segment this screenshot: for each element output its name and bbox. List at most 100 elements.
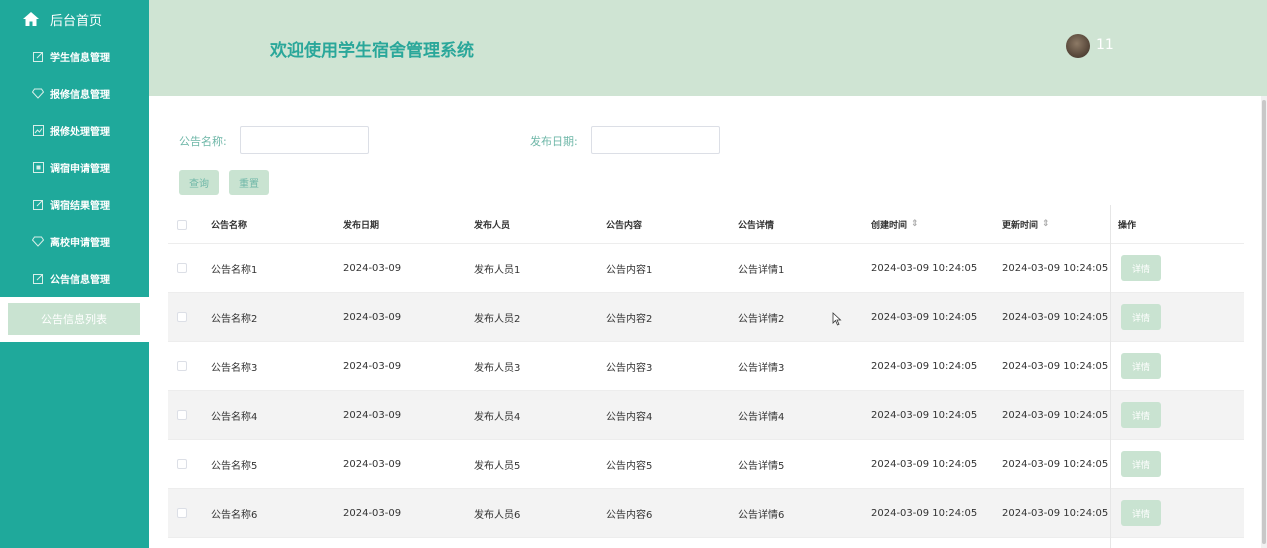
table-cell-detail: 公告详情2 (738, 313, 785, 325)
diamond-icon (32, 88, 44, 100)
row-checkbox[interactable] (177, 361, 187, 371)
table-cell-publisher: 发布人员1 (474, 264, 521, 276)
detail-button[interactable]: 详情 (1121, 304, 1161, 330)
detail-button[interactable]: 详情 (1121, 500, 1161, 526)
reset-button[interactable]: 重置 (229, 170, 269, 195)
table-cell-content: 公告内容4 (606, 411, 653, 423)
sidebar-item-label: 离校申请管理 (50, 238, 110, 249)
header: 欢迎使用学生宿舍管理系统 11 (149, 0, 1267, 96)
sidebar-item-repair-info[interactable]: 报修信息管理 (0, 75, 149, 112)
sidebar-item-transfer-apply[interactable]: 调宿申请管理 (0, 149, 149, 186)
publish-date-input[interactable] (591, 126, 720, 154)
table-cell-updated: 2024-03-09 10:24:05 (1002, 409, 1109, 421)
home-icon (23, 12, 39, 26)
table-row[interactable]: 公告名称4 2024-03-09 发布人员4 公告内容4 公告详情4 2024-03-09… (168, 391, 1244, 440)
sidebar-item-label: 学生信息管理 (50, 53, 110, 64)
username[interactable]: 11 (1096, 37, 1114, 53)
scrollbar-thumb[interactable] (1262, 100, 1266, 544)
diamond-icon (32, 236, 44, 248)
column-header-label: 更新时间 (1002, 220, 1039, 231)
row-checkbox[interactable] (177, 508, 187, 518)
column-header: 操作 (1118, 220, 1137, 231)
publish-date-label: 发布日期: (530, 135, 578, 148)
table-cell-actions: 详情 (1121, 244, 1161, 292)
table-cell-date: 2024-03-09 (343, 262, 402, 274)
table-cell-updated: 2024-03-09 10:24:05 (1002, 262, 1109, 274)
table-cell-detail: 公告详情5 (738, 460, 785, 472)
table-cell-date: 2024-03-09 (343, 458, 402, 470)
table-header-row: 公告名称 发布日期 发布人员 公告内容 公告详情 创建时间 ⇕ 更新时间 ⇕ 操… (168, 205, 1244, 244)
column-header-label: 创建时间 (871, 220, 908, 231)
sidebar-sub-label: 公告信息列表 (41, 313, 107, 326)
table-cell-updated: 2024-03-09 10:24:05 (1002, 311, 1109, 323)
table-cell-name: 公告名称1 (211, 264, 258, 276)
row-checkbox[interactable] (177, 312, 187, 322)
page-title: 欢迎使用学生宿舍管理系统 (270, 41, 474, 61)
table-cell-content: 公告内容1 (606, 264, 653, 276)
table-cell-name: 公告名称5 (211, 460, 258, 472)
detail-button[interactable]: 详情 (1121, 402, 1161, 428)
edit-icon (32, 199, 44, 211)
detail-button[interactable]: 详情 (1121, 255, 1161, 281)
sidebar-home[interactable]: 后台首页 (0, 0, 149, 38)
table-cell-name: 公告名称6 (211, 509, 258, 521)
sidebar-item-transfer-result[interactable]: 调宿结果管理 (0, 186, 149, 223)
scrollbar[interactable] (1261, 96, 1267, 548)
select-all-checkbox[interactable] (177, 220, 187, 230)
table-cell-name: 公告名称3 (211, 362, 258, 374)
table-cell-actions: 详情 (1121, 391, 1161, 439)
query-button[interactable]: 查询 (179, 170, 219, 195)
sidebar-item-label: 报修处理管理 (50, 127, 110, 138)
table-cell-updated: 2024-03-09 10:24:05 (1002, 458, 1109, 470)
sidebar-submenu: 公告信息列表 (0, 297, 149, 342)
row-checkbox[interactable] (177, 263, 187, 273)
list-icon (32, 162, 44, 174)
detail-button[interactable]: 详情 (1121, 451, 1161, 477)
sidebar-item-label: 公告信息管理 (50, 275, 110, 286)
avatar[interactable] (1066, 34, 1090, 58)
table-cell-created: 2024-03-09 10:24:05 (871, 262, 978, 274)
table-cell-created: 2024-03-09 10:24:05 (871, 507, 978, 519)
row-checkbox[interactable] (177, 410, 187, 420)
table-cell-publisher: 发布人员6 (474, 509, 521, 521)
table-cell-date: 2024-03-09 (343, 409, 402, 421)
table-row[interactable]: 公告名称5 2024-03-09 发布人员5 公告内容5 公告详情5 2024-03-09… (168, 440, 1244, 489)
sort-icon[interactable]: ⇕ (1042, 219, 1050, 229)
sidebar-home-label: 后台首页 (50, 13, 103, 29)
table-cell-detail: 公告详情3 (738, 362, 785, 374)
table-cell-actions: 详情 (1121, 293, 1161, 341)
column-header: 发布人员 (474, 220, 511, 231)
table-cell-publisher: 发布人员3 (474, 362, 521, 374)
table-row[interactable]: 公告名称2 2024-03-09 发布人员2 公告内容2 公告详情2 2024-03-09… (168, 293, 1244, 342)
sidebar-sub-notice-list[interactable]: 公告信息列表 (8, 303, 140, 335)
sidebar-item-student[interactable]: 学生信息管理 (0, 38, 149, 75)
column-header: 发布日期 (343, 220, 380, 231)
notice-name-input[interactable] (240, 126, 369, 154)
edit-icon (32, 51, 44, 63)
column-header-sortable[interactable]: 创建时间 ⇕ (871, 205, 919, 243)
sidebar-item-leave-apply[interactable]: 离校申请管理 (0, 223, 149, 260)
table-cell-actions: 详情 (1121, 489, 1161, 537)
table-cell-name: 公告名称2 (211, 313, 258, 325)
table-cell-created: 2024-03-09 10:24:05 (871, 458, 978, 470)
row-checkbox[interactable] (177, 459, 187, 469)
table-row[interactable]: 公告名称6 2024-03-09 发布人员6 公告内容6 公告详情6 2024-03-09… (168, 489, 1244, 538)
detail-button[interactable]: 详情 (1121, 353, 1161, 379)
table-cell-content: 公告内容6 (606, 509, 653, 521)
table-cell-content: 公告内容3 (606, 362, 653, 374)
column-header-sortable[interactable]: 更新时间 ⇕ (1002, 205, 1050, 243)
cursor-icon (832, 312, 842, 326)
sidebar-item-repair-handle[interactable]: 报修处理管理 (0, 112, 149, 149)
sidebar-item-notice[interactable]: 公告信息管理 (0, 260, 149, 297)
column-header: 公告名称 (211, 220, 248, 231)
notice-name-label: 公告名称: (179, 135, 227, 148)
sidebar-item-label: 调宿申请管理 (50, 164, 110, 175)
sort-icon[interactable]: ⇕ (911, 219, 919, 229)
table-cell-date: 2024-03-09 (343, 507, 402, 519)
table-cell-updated: 2024-03-09 10:24:05 (1002, 360, 1109, 372)
sidebar: 后台首页 学生信息管理 报修信息管理 报修处理管理 调宿申请管理 调宿结果管理 (0, 0, 149, 548)
table-row[interactable]: 公告名称1 2024-03-09 发布人员1 公告内容1 公告详情1 2024-03-09… (168, 244, 1244, 293)
table-row[interactable]: 公告名称3 2024-03-09 发布人员3 公告内容3 公告详情3 2024-03-09… (168, 342, 1244, 391)
table-cell-updated: 2024-03-09 10:24:05 (1002, 507, 1109, 519)
table-cell-detail: 公告详情4 (738, 411, 785, 423)
